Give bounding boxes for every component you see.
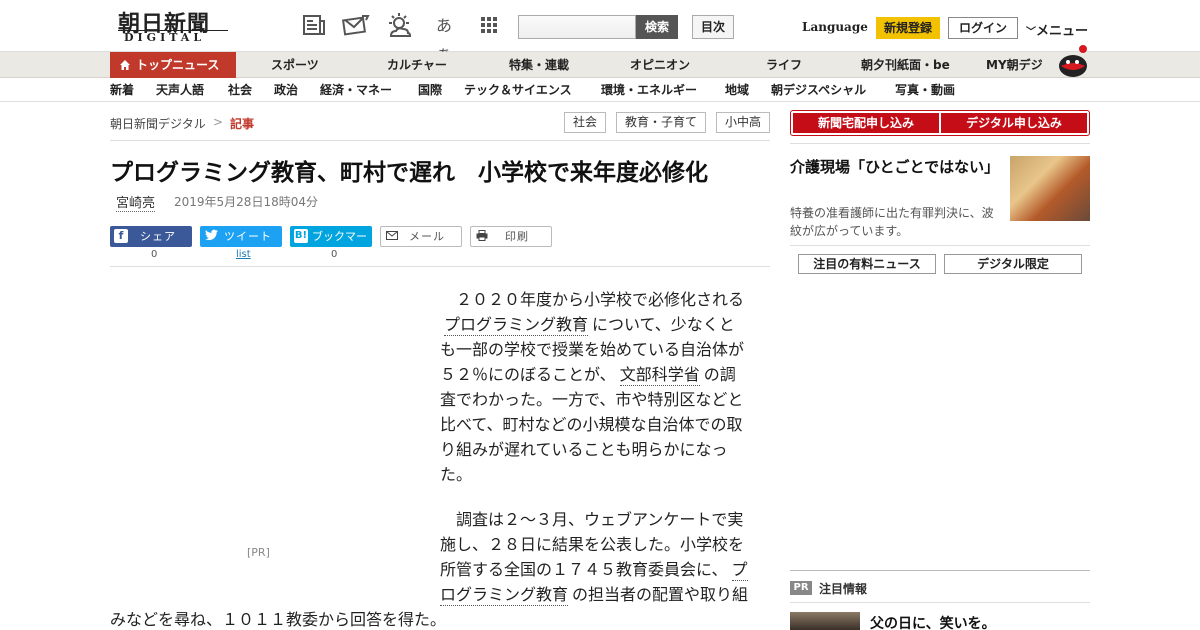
weather-icon[interactable] <box>385 12 413 40</box>
twitter-share-label: ツイート <box>224 230 272 243</box>
sidebar-divider-1 <box>790 143 1090 144</box>
print-label: 印刷 <box>505 230 529 243</box>
login-button[interactable]: ログイン <box>948 17 1018 39</box>
share-divider <box>110 266 770 267</box>
subnav-item-new[interactable]: 新着 <box>110 78 134 102</box>
article-paragraph-2-tail: みなどを尋ね、１０１１教委から回答を得た。 <box>110 610 447 629</box>
subnav-item-economy[interactable]: 経済・マネー <box>320 78 392 102</box>
nav-top-news-label: トップニュース <box>136 58 220 72</box>
subnav-item-tensei[interactable]: 天声人語 <box>156 78 204 102</box>
nav-item-culture[interactable]: カルチャー <box>387 52 447 78</box>
notice-heading: 注目情報 <box>819 582 868 596</box>
breadcrumb-separator: > <box>213 115 224 129</box>
subnav-item-region[interactable]: 地域 <box>725 78 749 102</box>
p1-text-a: ２０２０年度から小学校で必修化される <box>456 290 745 309</box>
facebook-share-label: シェア <box>140 230 176 243</box>
home-icon <box>119 52 131 80</box>
mail-icon <box>385 230 399 244</box>
print-button[interactable]: 印刷 <box>470 226 552 247</box>
chevron-down-icon: ﹀ <box>1026 27 1036 38</box>
subnav-item-society[interactable]: 社会 <box>228 78 252 102</box>
menu-button[interactable]: ﹀メニュー <box>1026 20 1088 39</box>
twitter-share-button[interactable]: ツイート <box>200 226 282 247</box>
nav-item-my-asahi[interactable]: MY朝デジ <box>986 52 1043 78</box>
hatena-icon: B! <box>294 229 308 243</box>
search-button[interactable]: 検索 <box>636 15 678 39</box>
article-title: プログラミング教育、町村で遅れ 小学校で来年度必修化 <box>110 160 708 186</box>
breadcrumb-divider <box>110 140 770 141</box>
mail-icon[interactable] <box>341 12 370 40</box>
nav-item-paper[interactable]: 朝夕刊紙面・be <box>861 52 950 78</box>
breadcrumb-current: 記事 <box>230 117 255 131</box>
hatena-bookmark-label: ブックマーク <box>312 230 367 264</box>
mascot-icon[interactable] <box>1055 44 1091 78</box>
keyword-link-programming[interactable]: プログラミング教育 <box>444 315 589 336</box>
sidebar-divider-3 <box>790 570 1090 571</box>
nav-item-life[interactable]: ライフ <box>766 52 802 78</box>
pr-badge: PR <box>790 581 812 595</box>
menu-label: メニュー <box>1036 24 1089 39</box>
font-size-icon[interactable]: あぁ <box>430 12 458 63</box>
site-header: 朝日新聞 DIGITAL あぁ 検索 目次 Language 新規登録 ログイン… <box>0 0 1200 63</box>
pr-label: [PR] <box>247 546 270 559</box>
index-button[interactable]: 目次 <box>692 15 734 39</box>
hatena-bookmark-button[interactable]: B! ブックマーク <box>290 226 372 264</box>
keyword-link-mext[interactable]: 文部科学省 <box>619 365 700 386</box>
tab-digital-only[interactable]: デジタル限定 <box>944 254 1082 274</box>
sidebar-divider-2 <box>790 245 1090 246</box>
mail-label: メール <box>409 230 445 243</box>
subnav-item-photo[interactable]: 写真・動画 <box>895 78 955 102</box>
grid-icon[interactable] <box>475 12 503 40</box>
notice-thumbnail[interactable] <box>790 612 860 630</box>
tag-society[interactable]: 社会 <box>564 112 606 133</box>
facebook-share-count: 0 <box>151 249 158 260</box>
twitter-list-link[interactable]: list <box>236 249 251 260</box>
mail-button[interactable]: メール <box>380 226 462 247</box>
logo-subtitle[interactable]: DIGITAL <box>124 31 205 44</box>
subscribe-paper-button[interactable]: 新聞宅配申し込み <box>793 113 939 133</box>
subnav-item-environment[interactable]: 環境・エネルギー <box>601 78 697 102</box>
signup-button[interactable]: 新規登録 <box>876 17 940 39</box>
article-date: 2019年5月28日18時04分 <box>174 195 318 209</box>
article-paragraph-1: ２０２０年度から小学校で必修化されるプログラミング教育 について、少なくとも一部の… <box>440 287 750 487</box>
tab-paid-news[interactable]: 注目の有料ニュース <box>798 254 936 274</box>
notice-item-link[interactable]: 父の日に、笑いを。 <box>870 613 996 630</box>
subnav-item-international[interactable]: 国際 <box>418 78 442 102</box>
language-link[interactable]: Language <box>802 20 868 34</box>
article-paragraph-2: 調査は２～３月、ウェブアンケートで実施し、２８日に結果を公表した。小学校を所管す… <box>440 507 750 607</box>
p2-text-b: の担当者の配置や取り組 <box>572 585 749 604</box>
subnav-item-tech[interactable]: テック＆サイエンス <box>464 78 572 102</box>
sidebar-feature-image[interactable] <box>1010 156 1090 221</box>
subnav-item-politics[interactable]: 政治 <box>274 78 298 102</box>
main-nav: トップニュース スポーツ カルチャー 特集・連載 オピニオン ライフ 朝夕刊紙面… <box>0 52 1200 78</box>
sidebar-feature-title[interactable]: 介護現場「ひとごとではない」 <box>790 156 1000 178</box>
newspaper-icon[interactable] <box>300 12 328 40</box>
nav-item-features[interactable]: 特集・連載 <box>509 52 569 78</box>
sub-nav: 新着 天声人語 社会 政治 経済・マネー 国際 テック＆サイエンス 環境・エネル… <box>0 78 1200 102</box>
subnav-item-special[interactable]: 朝デジスペシャル <box>771 78 866 102</box>
nav-top-news[interactable]: トップニュース <box>110 52 236 78</box>
article-author[interactable]: 宮崎亮 <box>116 192 156 212</box>
print-icon <box>475 230 489 244</box>
breadcrumb-home[interactable]: 朝日新聞デジタル <box>110 115 206 132</box>
facebook-icon: f <box>114 229 128 243</box>
twitter-icon <box>204 229 218 243</box>
hatena-bookmark-count: 0 <box>331 249 338 260</box>
sidebar-divider-4 <box>790 602 1090 603</box>
facebook-share-button[interactable]: f シェア <box>110 226 192 247</box>
nav-item-sports[interactable]: スポーツ <box>271 52 319 78</box>
tag-school[interactable]: 小中高 <box>716 112 770 133</box>
search-input[interactable] <box>518 15 636 39</box>
sidebar-feature-desc: 特養の准看護師に出た有罪判決に、波紋が広がっています。 <box>790 206 994 238</box>
p2-text-a: 調査は２～３月、ウェブアンケートで実施し、２８日に結果を公表した。小学校を所管す… <box>440 510 745 579</box>
nav-item-opinion[interactable]: オピニオン <box>630 52 690 78</box>
subscribe-digital-button[interactable]: デジタル申し込み <box>941 113 1087 133</box>
tag-education[interactable]: 教育・子育て <box>616 112 706 133</box>
